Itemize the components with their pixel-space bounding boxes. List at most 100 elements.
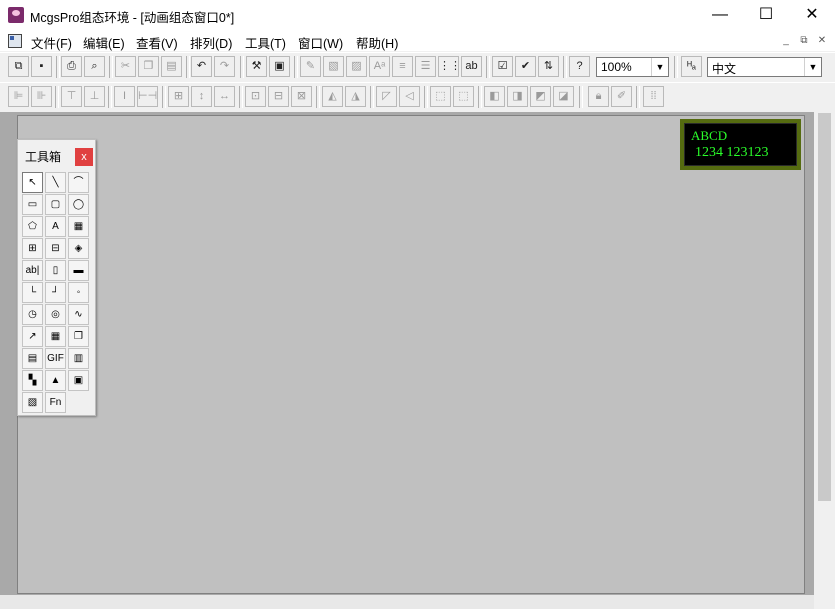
input-box-tool-icon[interactable]: ab| [22, 260, 43, 281]
ungroup-icon[interactable]: ⊟ [268, 86, 289, 107]
arc-tool-icon[interactable]: ⌒ [68, 172, 89, 193]
rotate-left-icon[interactable]: ◭ [322, 86, 343, 107]
properties-icon[interactable]: ☑ [492, 56, 513, 77]
center-v-icon[interactable]: I [114, 86, 135, 107]
common-symbol-tool-icon[interactable]: ◈ [68, 238, 89, 259]
pipe-corner-tool-icon[interactable]: └ [22, 282, 43, 303]
alarm-light-tool-icon[interactable]: ▲ [45, 370, 66, 391]
redo-icon[interactable]: ↷ [214, 56, 235, 77]
unlock-icon[interactable]: ✐ [611, 86, 632, 107]
check-icon[interactable]: ✔ [515, 56, 536, 77]
vertical-scrollbar[interactable] [814, 112, 835, 609]
polygon-tool-icon[interactable]: ⬠ [22, 216, 43, 237]
horizontal-scrollbar[interactable] [0, 595, 814, 609]
line-tool-icon[interactable]: ╲ [45, 172, 66, 193]
report-tool-icon[interactable]: ▤ [22, 348, 43, 369]
picture-list-tool-icon[interactable]: ▧ [22, 392, 43, 413]
led-display-widget[interactable]: ABCD 1234 123123 [680, 119, 801, 170]
align-right-icon[interactable]: ⊪ [31, 86, 52, 107]
meter-tool-icon[interactable]: ◷ [22, 304, 43, 325]
pipe-step-tool-icon[interactable]: ┘ [45, 282, 66, 303]
layer-up-icon[interactable]: ◧ [484, 86, 505, 107]
line-style-icon[interactable]: ▨ [346, 56, 367, 77]
rotate-right-icon[interactable]: ◮ [345, 86, 366, 107]
multi-frame-icon[interactable]: ⬚ [453, 86, 474, 107]
connector-tool-icon[interactable]: ◦ [68, 282, 89, 303]
menu-help[interactable]: 帮助(H) [356, 33, 398, 52]
menu-view[interactable]: 查看(V) [136, 33, 178, 52]
stack-tool-icon[interactable]: ❐ [68, 326, 89, 347]
layer-back-icon[interactable]: ◪ [553, 86, 574, 107]
text-tool-icon[interactable]: A [45, 216, 66, 237]
align-bottom-icon[interactable]: ⊥ [84, 86, 105, 107]
indicator-tool-icon[interactable]: ▬ [68, 260, 89, 281]
sort-icon[interactable]: ⇅ [538, 56, 559, 77]
maximize-button[interactable]: ☐ [743, 0, 789, 30]
menu-edit[interactable]: 编辑(E) [83, 33, 125, 52]
save-icon[interactable]: ▪ [31, 56, 52, 77]
zoom-select[interactable]: 100% ▼ [596, 57, 669, 77]
screen-tool-icon[interactable]: ▣ [68, 370, 89, 391]
layer-down-icon[interactable]: ◨ [507, 86, 528, 107]
mdi-restore-icon[interactable]: ⧉ [797, 34, 811, 47]
mdi-minimize-icon[interactable]: _ [779, 34, 793, 47]
menu-window[interactable]: 窗口(W) [298, 33, 343, 52]
gif-tool-icon[interactable]: GIF [45, 348, 66, 369]
rectangle-tool-icon[interactable]: ▭ [22, 194, 43, 215]
align-v-icon[interactable]: ☰ [415, 56, 436, 77]
scrollbar-thumb[interactable] [818, 113, 831, 501]
same-size-icon[interactable]: ⊞ [168, 86, 189, 107]
print-preview-icon[interactable]: ⌕ [84, 56, 105, 77]
rounded-rectangle-tool-icon[interactable]: ▢ [45, 194, 66, 215]
cut-icon[interactable]: ✂ [115, 56, 136, 77]
spell-check-icon[interactable]: ab [461, 56, 482, 77]
font-size-icon[interactable]: Aᵃ [369, 56, 390, 77]
same-width-icon[interactable]: ↔ [214, 86, 235, 107]
design-canvas[interactable] [17, 115, 805, 594]
layer-front-icon[interactable]: ◩ [530, 86, 551, 107]
fill-icon[interactable]: ▧ [323, 56, 344, 77]
distribute-icon[interactable]: ⊠ [291, 86, 312, 107]
flip-h-icon[interactable]: ◸ [376, 86, 397, 107]
ellipse-tool-icon[interactable]: ◯ [68, 194, 89, 215]
menu-arrange[interactable]: 排列(D) [190, 33, 232, 52]
align-left-icon[interactable]: ⊫ [8, 86, 29, 107]
align-top-icon[interactable]: ⊤ [61, 86, 82, 107]
group-icon[interactable]: ⊡ [245, 86, 266, 107]
grid-dots-icon[interactable]: ⁞⁞ [643, 86, 664, 107]
help-icon[interactable]: ? [569, 56, 590, 77]
grid-tool-icon[interactable]: ▦ [45, 326, 66, 347]
mdi-close-icon[interactable]: ✕ [815, 34, 829, 47]
window-properties-icon[interactable]: ▣ [269, 56, 290, 77]
menu-tools[interactable]: 工具(T) [245, 33, 286, 52]
function-tool-icon[interactable]: Fn [45, 392, 66, 413]
ruler-tool-icon[interactable]: ▥ [68, 348, 89, 369]
align-h-icon[interactable]: ≡ [392, 56, 413, 77]
toolbox-close-button[interactable]: x [75, 148, 93, 166]
insert-element-tool-icon[interactable]: ⊞ [22, 238, 43, 259]
print-icon[interactable]: ⎙ [61, 56, 82, 77]
language-select[interactable]: 中文 ▼ [707, 57, 822, 77]
center-h-icon[interactable]: ⊢⊣ [137, 86, 158, 107]
paste-icon[interactable]: ▤ [161, 56, 182, 77]
lock-icon[interactable]: 🔒︎ [588, 86, 609, 107]
undo-icon[interactable]: ↶ [191, 56, 212, 77]
copy-icon[interactable]: ❐ [138, 56, 159, 77]
selector-tool-icon[interactable]: ◎ [45, 304, 66, 325]
tools-icon[interactable]: ⚒ [246, 56, 267, 77]
language-icon[interactable]: ᴴₐ [681, 56, 702, 77]
save-element-tool-icon[interactable]: ⊟ [45, 238, 66, 259]
trend-tool-icon[interactable]: ∿ [68, 304, 89, 325]
brush-icon[interactable]: ✎ [300, 56, 321, 77]
document-icon[interactable] [8, 34, 22, 48]
chart-tool-icon[interactable]: ↗ [22, 326, 43, 347]
bitmap-tool-icon[interactable]: ▦ [68, 216, 89, 237]
slider-tool-icon[interactable]: ▯ [45, 260, 66, 281]
menu-file[interactable]: 文件(F) [31, 33, 72, 52]
grid-icon[interactable]: ⋮⋮ [438, 56, 461, 77]
new-window-icon[interactable]: ⧉ [8, 56, 29, 77]
same-height-icon[interactable]: ↕ [191, 86, 212, 107]
flip-v-icon[interactable]: ◁ [399, 86, 420, 107]
qrcode-tool-icon[interactable]: ▚ [22, 370, 43, 391]
frame-icon[interactable]: ⬚ [430, 86, 451, 107]
